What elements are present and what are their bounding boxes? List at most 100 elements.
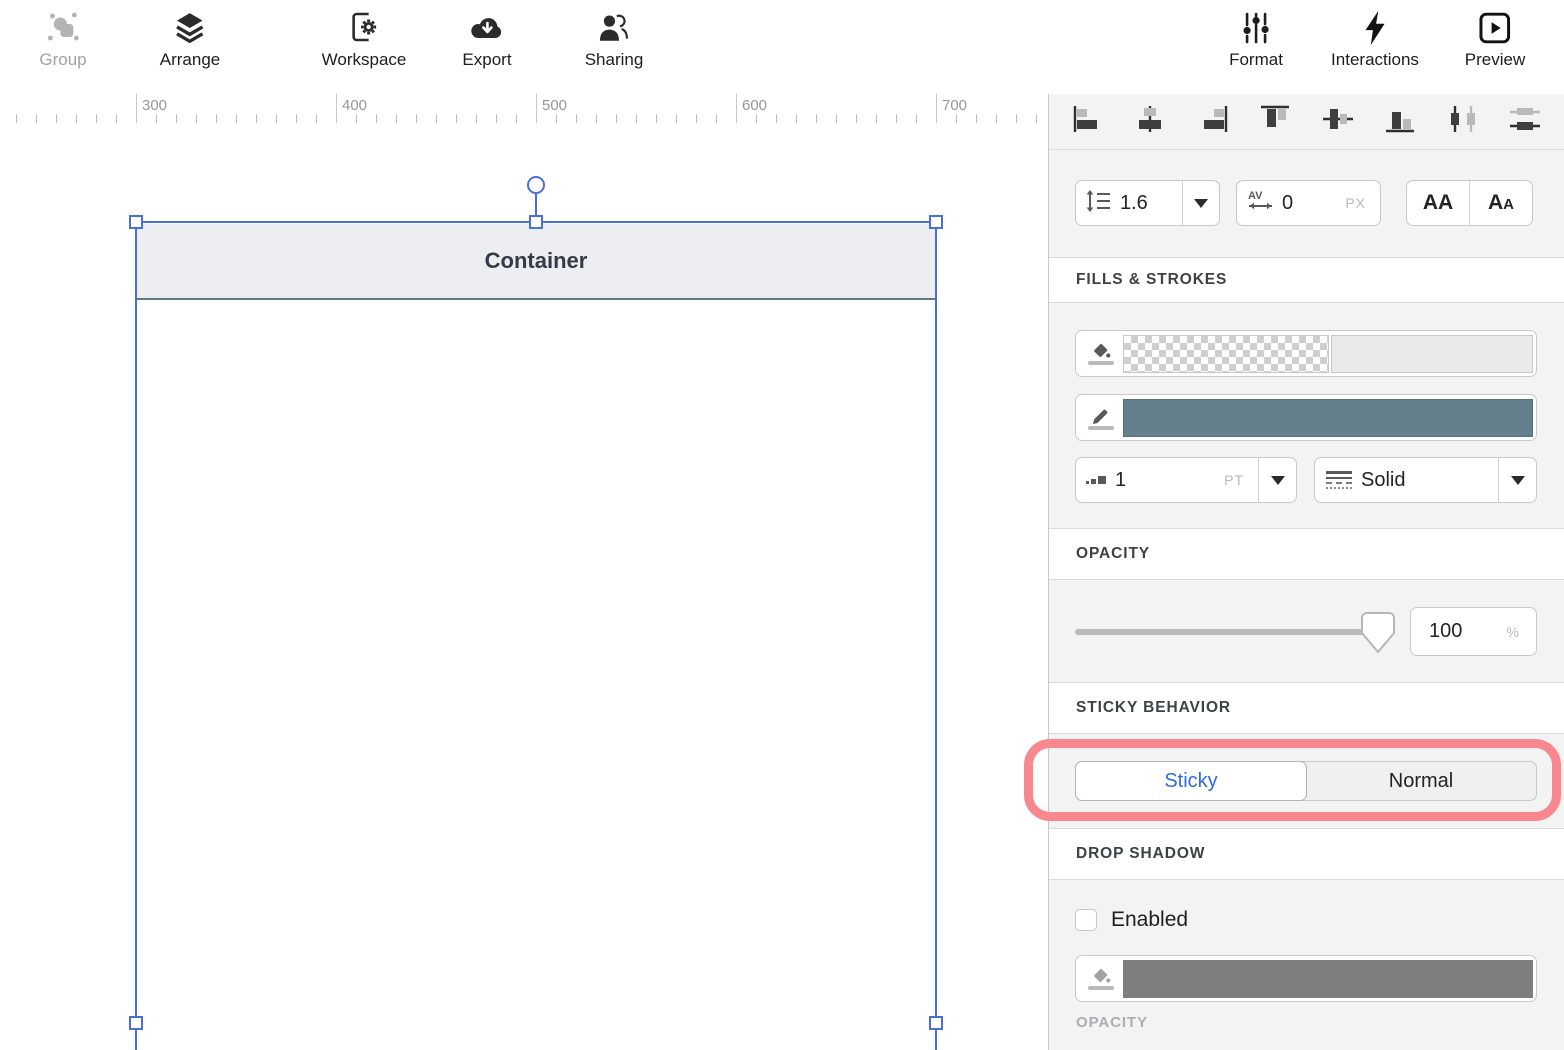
selection-border-left <box>135 221 137 1050</box>
sticky-behavior-section-header: STICKY BEHAVIOR <box>1049 682 1564 734</box>
toolbar-export-button[interactable]: Export <box>462 8 511 70</box>
resize-handle-middle-left[interactable] <box>129 1016 143 1030</box>
container-element-label: Container <box>485 248 588 274</box>
toolbar-sharing-button[interactable]: Sharing <box>585 8 644 70</box>
opacity-unit: % <box>1507 624 1520 640</box>
toolbar-preview-button[interactable]: Preview <box>1465 8 1525 70</box>
drop-shadow-color-row[interactable] <box>1075 955 1537 1002</box>
sticky-behavior-segmented-control: Sticky Normal <box>1075 761 1537 801</box>
preview-icon <box>1465 8 1525 48</box>
toolbar-interactions-button[interactable]: Interactions <box>1331 8 1419 70</box>
stroke-style-dropdown[interactable] <box>1498 458 1536 502</box>
drop-shadow-opacity-label: OPACITY <box>1076 1014 1148 1031</box>
toolbar-interactions-label: Interactions <box>1331 50 1419 70</box>
toolbar-export-label: Export <box>462 50 511 70</box>
line-height-dropdown[interactable] <box>1182 181 1219 225</box>
fills-strokes-title: FILLS & STROKES <box>1076 271 1227 289</box>
stroke-style-control[interactable]: Solid <box>1314 457 1537 503</box>
opacity-slider-thumb[interactable] <box>1361 612 1395 659</box>
shadow-bucket-icon <box>1079 967 1123 990</box>
horizontal-ruler: 300 400 500 600 700 <box>0 94 1049 124</box>
align-right-icon[interactable] <box>1196 104 1230 139</box>
stroke-width-control[interactable]: 1 PT <box>1075 457 1297 503</box>
toolbar-sharing-label: Sharing <box>585 50 644 70</box>
ruler-label: 500 <box>542 97 567 114</box>
toolbar-workspace-button[interactable]: Workspace <box>322 8 407 70</box>
distribute-vertical-icon[interactable] <box>1508 104 1542 139</box>
toolbar: Group Arrange <box>0 0 1564 95</box>
export-icon <box>462 8 511 48</box>
toolbar-arrange-button[interactable]: Arrange <box>160 8 220 70</box>
line-height-icon <box>1086 190 1112 217</box>
sticky-option-button[interactable]: Sticky <box>1075 761 1307 801</box>
resize-handle-top-center[interactable] <box>529 215 543 229</box>
chevron-down-icon <box>1194 199 1208 208</box>
toolbar-format-button[interactable]: Format <box>1229 8 1283 70</box>
toolbar-group-label: Group <box>39 50 86 70</box>
fill-underline <box>1088 361 1114 365</box>
resize-handle-top-right[interactable] <box>929 215 943 229</box>
toolbar-format-label: Format <box>1229 50 1283 70</box>
stroke-underline <box>1088 426 1114 430</box>
stroke-width-icon <box>1086 476 1106 484</box>
workspace-icon <box>322 8 407 48</box>
text-case-control: AA Aa <box>1406 180 1533 226</box>
group-icon <box>39 8 86 48</box>
uppercase-button[interactable]: AA <box>1407 181 1469 225</box>
stroke-width-dropdown[interactable] <box>1258 458 1296 502</box>
drop-shadow-color-swatch[interactable] <box>1123 960 1533 998</box>
arrange-icon <box>160 8 220 48</box>
align-top-icon[interactable] <box>1258 104 1292 139</box>
fill-color-row[interactable] <box>1075 330 1537 377</box>
fill-secondary-swatch[interactable] <box>1331 335 1533 373</box>
toolbar-workspace-label: Workspace <box>322 50 407 70</box>
drop-shadow-title: DROP SHADOW <box>1076 845 1205 863</box>
sharing-icon <box>585 8 644 48</box>
shadow-underline <box>1088 986 1114 990</box>
stroke-color-row[interactable] <box>1075 394 1537 441</box>
stroke-color-swatch[interactable] <box>1123 399 1533 437</box>
drop-shadow-enabled-label: Enabled <box>1111 908 1188 932</box>
opacity-section-header: OPACITY <box>1049 528 1564 580</box>
stroke-width-unit: PT <box>1224 472 1244 488</box>
opacity-value-field[interactable]: 100 % <box>1410 607 1537 656</box>
letter-spacing-control[interactable]: AV 0 PX <box>1236 180 1381 226</box>
smallcaps-button[interactable]: Aa <box>1469 181 1532 225</box>
format-icon <box>1229 8 1283 48</box>
align-left-icon[interactable] <box>1071 104 1105 139</box>
format-inspector-panel: 1.6 AV 0 PX AA Aa FILLS & STROKES <box>1048 94 1564 1050</box>
normal-option-button[interactable]: Normal <box>1306 762 1536 800</box>
drop-shadow-enabled-checkbox[interactable] <box>1075 909 1097 931</box>
opacity-value: 100 <box>1429 620 1507 643</box>
letter-spacing-icon: AV <box>1247 189 1274 218</box>
chevron-down-icon <box>1511 476 1525 485</box>
toolbar-arrange-label: Arrange <box>160 50 220 70</box>
stroke-width-value: 1 <box>1115 469 1224 492</box>
distribute-horizontal-icon[interactable] <box>1446 104 1480 139</box>
ruler-label: 300 <box>142 97 167 114</box>
line-height-value: 1.6 <box>1120 192 1182 215</box>
fills-strokes-section-header: FILLS & STROKES <box>1049 257 1564 303</box>
fill-color-swatch-transparent[interactable] <box>1123 335 1329 373</box>
align-middle-vertical-icon[interactable] <box>1321 104 1355 139</box>
container-element-header[interactable]: Container <box>137 224 935 300</box>
chevron-down-icon <box>1271 476 1285 485</box>
line-height-control[interactable]: 1.6 <box>1075 180 1220 226</box>
align-center-horizontal-icon[interactable] <box>1133 104 1167 139</box>
interactions-icon <box>1331 8 1419 48</box>
rotation-handle[interactable] <box>527 176 545 194</box>
stroke-style-icon <box>1326 471 1352 489</box>
drop-shadow-section-header: DROP SHADOW <box>1049 828 1564 880</box>
drop-shadow-enabled-row: Enabled <box>1075 908 1188 932</box>
letter-spacing-unit: PX <box>1345 195 1366 211</box>
letter-spacing-value: 0 <box>1282 192 1345 215</box>
align-bottom-icon[interactable] <box>1383 104 1417 139</box>
selection-border-right <box>935 221 937 1050</box>
fill-bucket-icon <box>1079 342 1123 365</box>
stroke-style-value: Solid <box>1361 469 1498 492</box>
resize-handle-top-left[interactable] <box>129 215 143 229</box>
resize-handle-middle-right[interactable] <box>929 1016 943 1030</box>
opacity-slider-track[interactable] <box>1075 629 1390 635</box>
ruler-label: 400 <box>342 97 367 114</box>
toolbar-group-button[interactable]: Group <box>39 8 86 70</box>
